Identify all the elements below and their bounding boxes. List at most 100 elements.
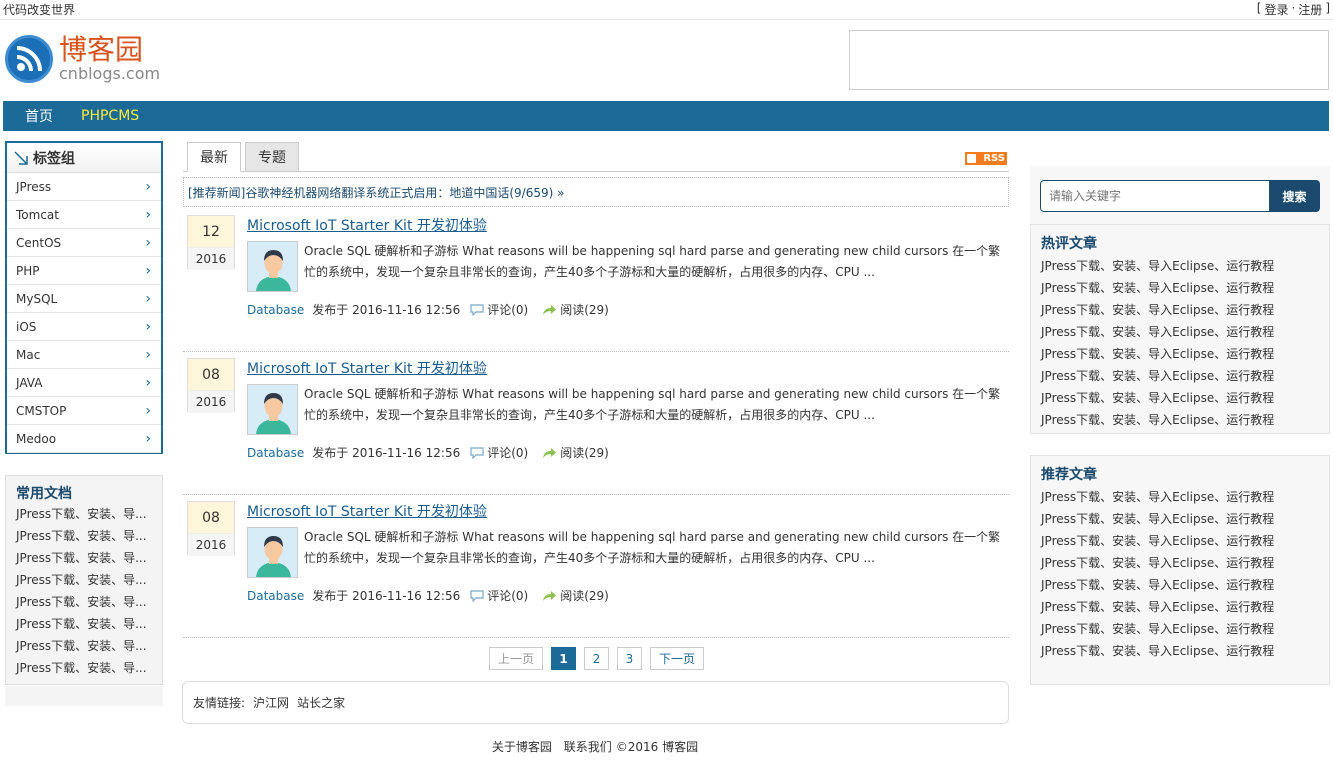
author-avatar[interactable] xyxy=(247,384,298,435)
doc-item[interactable]: JPress下载、安装、导... xyxy=(6,503,162,525)
tab-topics[interactable]: 专题 xyxy=(245,142,299,172)
footer-contact-link[interactable]: 联系我们 xyxy=(560,740,616,754)
post-category-link[interactable]: Database xyxy=(247,446,304,460)
tag-item-jpress[interactable]: JPress › xyxy=(7,173,161,201)
post-comments-link[interactable]: 评论(0) xyxy=(470,587,528,604)
doc-item[interactable]: JPress下载、安装、导... xyxy=(6,525,162,547)
hot-article-item[interactable]: JPress下载、安装、导入Eclipse、运行教程 xyxy=(1031,255,1329,277)
recommended-article-item[interactable]: JPress下载、安装、导入Eclipse、运行教程 xyxy=(1031,530,1329,552)
share-arrow-icon xyxy=(543,447,557,458)
post-title-link[interactable]: Microsoft IoT Starter Kit 开发初体验 xyxy=(247,358,487,378)
post-comments-link[interactable]: 评论(0) xyxy=(470,444,528,461)
post-date: 08 2016 xyxy=(187,358,235,413)
search-input[interactable] xyxy=(1040,180,1270,212)
auth-links: [ 登录 · 注册 ] xyxy=(1256,1,1330,18)
post-category-link[interactable]: Database xyxy=(247,589,304,603)
tag-item-cmstop[interactable]: CMSTOP › xyxy=(7,397,161,425)
post-category-link[interactable]: Database xyxy=(247,303,304,317)
hot-article-item[interactable]: JPress下载、安装、导入Eclipse、运行教程 xyxy=(1031,277,1329,299)
chevron-right-icon: › xyxy=(145,206,151,223)
user-avatar-icon xyxy=(248,528,297,577)
post-reads-link[interactable]: 阅读(29) xyxy=(542,301,609,318)
chevron-right-icon: › xyxy=(145,346,151,363)
doc-item[interactable]: JPress下载、安装、导... xyxy=(6,613,162,635)
hot-article-item[interactable]: JPress下载、安装、导入Eclipse、运行教程 xyxy=(1031,299,1329,321)
register-link[interactable]: 注册 xyxy=(1298,1,1322,18)
recommended-article-item[interactable]: JPress下载、安装、导入Eclipse、运行教程 xyxy=(1031,618,1329,640)
author-avatar[interactable] xyxy=(247,527,298,578)
recommended-article-item[interactable]: JPress下载、安装、导入Eclipse、运行教程 xyxy=(1031,552,1329,574)
hot-article-item[interactable]: JPress下载、安装、导入Eclipse、运行教程 xyxy=(1031,409,1329,431)
footer-about-link[interactable]: 关于博客园 xyxy=(488,740,556,754)
chevron-right-icon: › xyxy=(145,318,151,335)
prev-page-button[interactable]: 上一页 xyxy=(489,647,543,670)
recommended-article-item[interactable]: JPress下载、安装、导入Eclipse、运行教程 xyxy=(1031,574,1329,596)
hot-article-item[interactable]: JPress下载、安装、导入Eclipse、运行教程 xyxy=(1031,321,1329,343)
search-panel: 搜索 xyxy=(1030,166,1330,226)
tab-latest[interactable]: 最新 xyxy=(187,142,241,172)
tag-item-centos[interactable]: CentOS › xyxy=(7,229,161,257)
post-year: 2016 xyxy=(188,248,234,270)
docs-title: 常用文档 xyxy=(16,486,72,502)
recommended-article-item[interactable]: JPress下载、安装、导入Eclipse、运行教程 xyxy=(1031,508,1329,530)
site-slogan: 代码改变世界 xyxy=(3,3,76,17)
post-meta: Database 发布于 2016-11-16 12:56 评论(0) 阅读(29) xyxy=(247,301,623,318)
main-nav: 首页 PHPCMS xyxy=(3,101,1329,131)
nav-phpcms[interactable]: PHPCMS xyxy=(81,108,139,124)
tag-item-medoo[interactable]: Medoo › xyxy=(7,425,161,453)
friend-link-chinaz[interactable]: 站长之家 xyxy=(297,694,345,711)
comment-icon xyxy=(470,446,484,459)
post-reads-link[interactable]: 阅读(29) xyxy=(542,587,609,604)
doc-item[interactable]: JPress下载、安装、导... xyxy=(6,635,162,657)
share-arrow-icon xyxy=(543,304,557,315)
recommended-article-item[interactable]: JPress下载、安装、导入Eclipse、运行教程 xyxy=(1031,486,1329,508)
rss-button[interactable]: RSS xyxy=(965,152,1007,165)
post-published: 发布于 2016-11-16 12:56 xyxy=(312,303,461,317)
nav-home[interactable]: 首页 xyxy=(25,106,53,126)
post-reads-link[interactable]: 阅读(29) xyxy=(542,444,609,461)
site-logo[interactable]: 博客园 cnblogs.com xyxy=(5,35,160,83)
tag-label: Mac xyxy=(16,347,41,362)
doc-item[interactable]: JPress下载、安装、导... xyxy=(6,569,162,591)
tag-item-ios[interactable]: iOS › xyxy=(7,313,161,341)
user-avatar-icon xyxy=(248,242,297,291)
tag-label: Medoo xyxy=(16,431,57,446)
post-comments-link[interactable]: 评论(0) xyxy=(470,301,528,318)
friend-links-label: 友情链接: xyxy=(193,696,246,710)
hot-article-item[interactable]: JPress下载、安装、导入Eclipse、运行教程 xyxy=(1031,387,1329,409)
recommended-article-item[interactable]: JPress下载、安装、导入Eclipse、运行教程 xyxy=(1031,640,1329,662)
tag-item-php[interactable]: PHP › xyxy=(7,257,161,285)
friend-link-hujiang[interactable]: 沪江网 xyxy=(253,694,289,711)
recommended-news-link[interactable]: [推荐新闻]谷歌神经机器网络翻译系统正式启用：地道中国话(9/659) » xyxy=(183,177,1009,207)
author-avatar[interactable] xyxy=(247,241,298,292)
hot-article-item[interactable]: JPress下载、安装、导入Eclipse、运行教程 xyxy=(1031,343,1329,365)
tag-item-tomcat[interactable]: Tomcat › xyxy=(7,201,161,229)
share-arrow-icon xyxy=(543,590,557,601)
left-sidebar-bottom xyxy=(5,686,163,706)
doc-item[interactable]: JPress下载、安装、导... xyxy=(6,591,162,613)
next-page-button[interactable]: 下一页 xyxy=(650,647,704,670)
page-1-button[interactable]: 1 xyxy=(551,647,576,670)
doc-item[interactable]: JPress下载、安装、导... xyxy=(6,657,162,679)
page-2-button[interactable]: 2 xyxy=(584,647,609,670)
rss-logo-icon xyxy=(5,35,53,83)
top-bar: 代码改变世界 [ 登录 · 注册 ] xyxy=(0,0,1333,20)
page-3-button[interactable]: 3 xyxy=(617,647,642,670)
search-button[interactable]: 搜索 xyxy=(1269,180,1320,212)
tag-item-java[interactable]: JAVA › xyxy=(7,369,161,397)
post-title-link[interactable]: Microsoft IoT Starter Kit 开发初体验 xyxy=(247,501,487,521)
recommended-article-item[interactable]: JPress下载、安装、导入Eclipse、运行教程 xyxy=(1031,596,1329,618)
chevron-right-icon: › xyxy=(145,374,151,391)
post-item: 08 2016 Microsoft IoT Starter Kit 开发初体验 Ora… xyxy=(183,495,1009,638)
tag-item-mysql[interactable]: MySQL › xyxy=(7,285,161,313)
post-meta: Database 发布于 2016-11-16 12:56 评论(0) 阅读(29) xyxy=(247,444,623,461)
doc-item[interactable]: JPress下载、安装、导... xyxy=(6,547,162,569)
login-link[interactable]: 登录 xyxy=(1264,1,1288,18)
post-title-link[interactable]: Microsoft IoT Starter Kit 开发初体验 xyxy=(247,215,487,235)
post-date: 08 2016 xyxy=(187,501,235,556)
tag-label: MySQL xyxy=(16,291,58,306)
tag-item-mac[interactable]: Mac › xyxy=(7,341,161,369)
hot-article-item[interactable]: JPress下载、安装、导入Eclipse、运行教程 xyxy=(1031,365,1329,387)
arrow-down-right-icon xyxy=(14,150,28,165)
tag-group-title: 标签组 xyxy=(33,150,75,167)
